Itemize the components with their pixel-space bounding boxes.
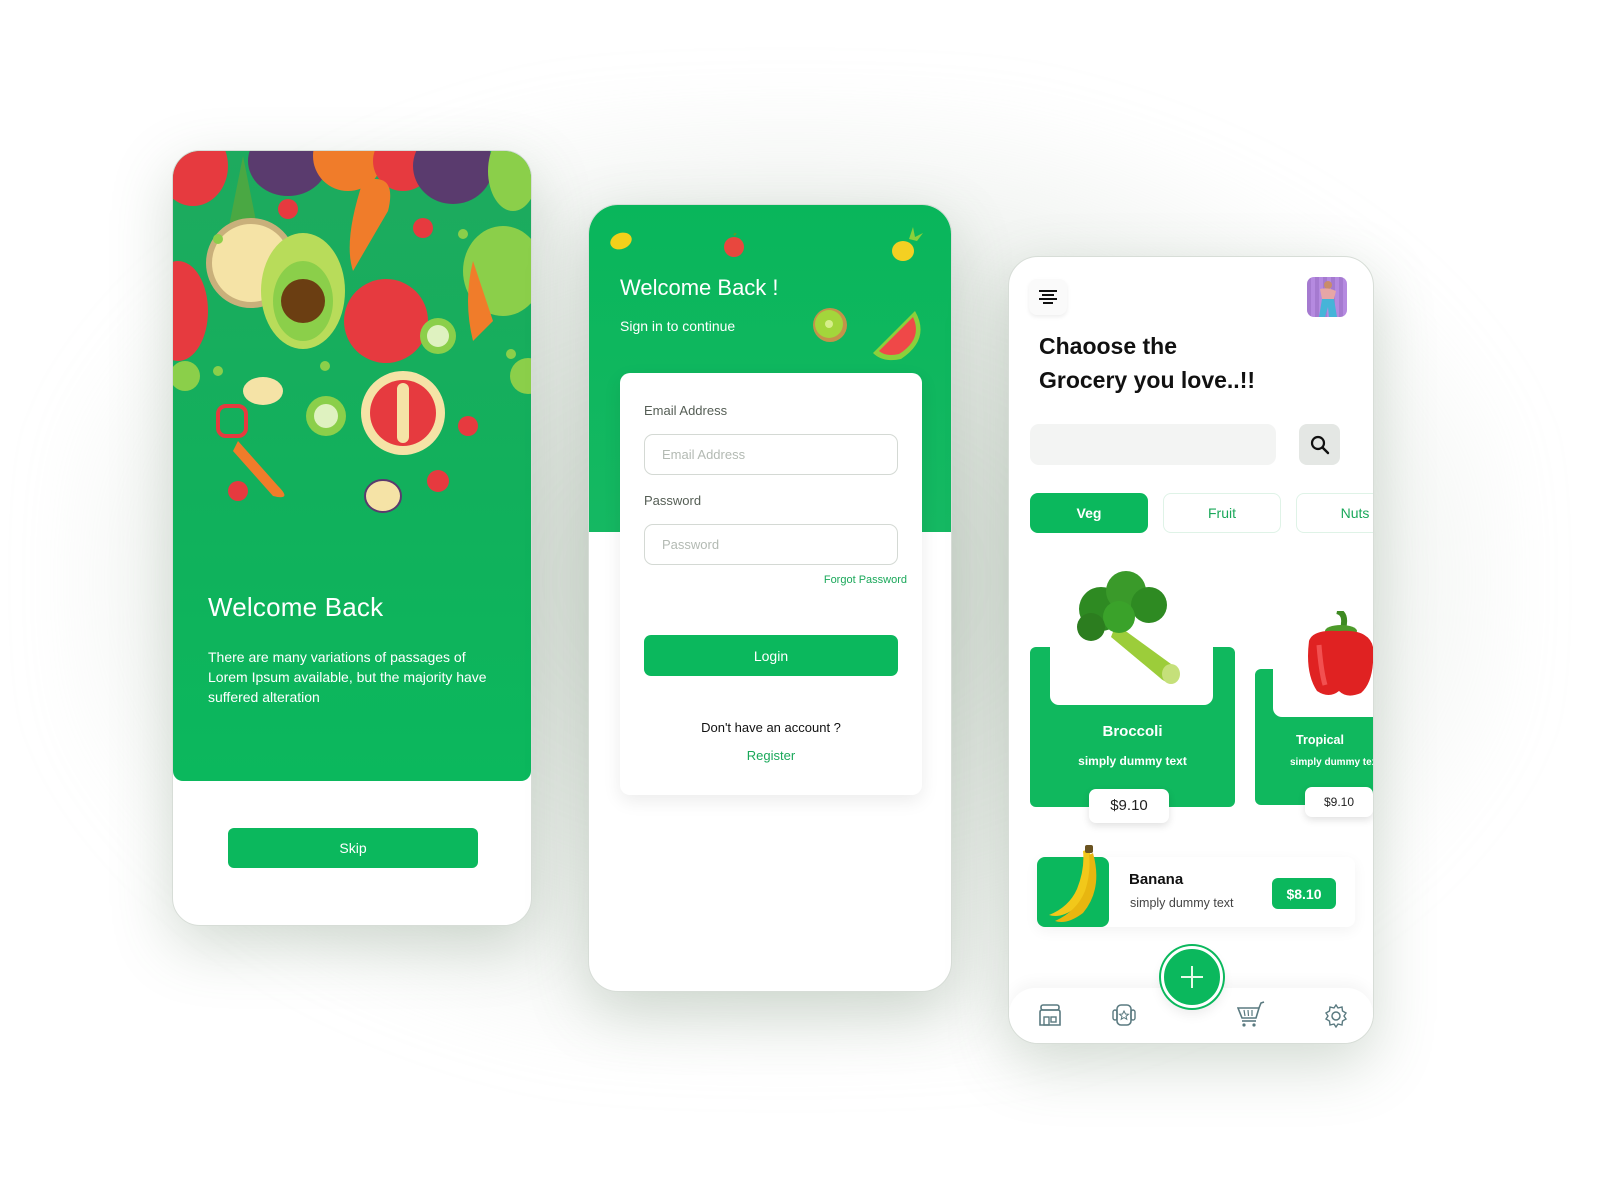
red-pepper-image [1308, 611, 1373, 696]
product-subtitle: simply dummy text [1078, 754, 1187, 768]
pineapple-icon [892, 227, 923, 261]
lemon-icon [610, 232, 632, 250]
store-icon [1039, 1004, 1061, 1026]
wallet-icon [1112, 1004, 1136, 1026]
apple-icon [724, 233, 744, 257]
list-item-name: Banana [1129, 871, 1184, 888]
list-item-banana[interactable]: Banana simply dummy text $8.10 [1037, 845, 1355, 927]
forgot-password-link[interactable]: Forgot Password [824, 574, 907, 586]
list-item-price[interactable]: $8.10 [1272, 878, 1336, 909]
search-input[interactable] [1030, 424, 1276, 465]
email-input[interactable] [644, 434, 898, 475]
login-button[interactable]: Login [644, 635, 898, 676]
category-veg[interactable]: Veg [1030, 493, 1148, 533]
settings-icon [1325, 1003, 1347, 1029]
cart-icon [1236, 1001, 1265, 1027]
category-fruit[interactable]: Fruit [1163, 493, 1281, 533]
nav-store[interactable] [1037, 1004, 1063, 1028]
home-heading: Chaoose the Grocery you love..!! [1039, 329, 1339, 397]
skip-button[interactable]: Skip [228, 828, 478, 868]
onboarding-title: Welcome Back [208, 592, 384, 622]
onboarding-description: There are many variations of passages of… [208, 649, 487, 705]
register-link[interactable]: Register [620, 748, 922, 763]
product-price-broccoli: $9.10 [1089, 789, 1169, 823]
onboarding-screen: Welcome Back There are many variations o… [172, 150, 532, 926]
search-icon [1310, 435, 1329, 454]
kiwi-icon [813, 308, 847, 342]
nav-cart[interactable] [1236, 1000, 1265, 1027]
category-nuts[interactable]: Nuts [1296, 493, 1373, 533]
search-button[interactable] [1299, 424, 1340, 465]
product-name: Broccoli [1102, 723, 1163, 740]
product-name: Tropical [1296, 733, 1344, 747]
add-button[interactable] [1161, 946, 1223, 1008]
add-icon [1181, 966, 1203, 988]
login-screen: Welcome Back ! Sign in to continue Email… [588, 204, 952, 992]
nav-settings[interactable] [1323, 1003, 1349, 1029]
menu-button[interactable] [1029, 279, 1067, 315]
onboarding-hero: Welcome Back There are many variations o… [173, 151, 531, 781]
login-subtitle: Sign in to continue [620, 318, 736, 334]
product-price-tropical: $9.10 [1305, 787, 1373, 817]
nav-wallet[interactable] [1111, 1004, 1137, 1028]
password-input[interactable] [644, 524, 898, 565]
banana-image [1049, 845, 1097, 922]
login-title: Welcome Back ! [620, 275, 779, 300]
banana-thumbnail [1037, 845, 1109, 927]
heading-line-1: Chaoose the [1039, 333, 1178, 359]
broccoli-image [1077, 571, 1180, 684]
home-screen: Chaoose the Grocery you love..!! Veg Fru… [1008, 256, 1374, 1044]
password-label: Password [644, 493, 702, 508]
product-subtitle: simply dummy text [1290, 757, 1374, 768]
login-card: Email Address Password Forgot Password L… [620, 373, 922, 795]
user-avatar[interactable] [1307, 277, 1347, 317]
list-item-subtitle: simply dummy text [1130, 896, 1234, 910]
avatar-person-icon [1319, 281, 1337, 317]
menu-icon [1039, 290, 1057, 304]
vegetables-illustration [173, 151, 531, 513]
email-label: Email Address [644, 403, 728, 418]
heading-line-2: Grocery you love..!! [1039, 367, 1256, 393]
watermelon-icon [873, 311, 921, 361]
no-account-text: Don't have an account ? [701, 720, 841, 735]
